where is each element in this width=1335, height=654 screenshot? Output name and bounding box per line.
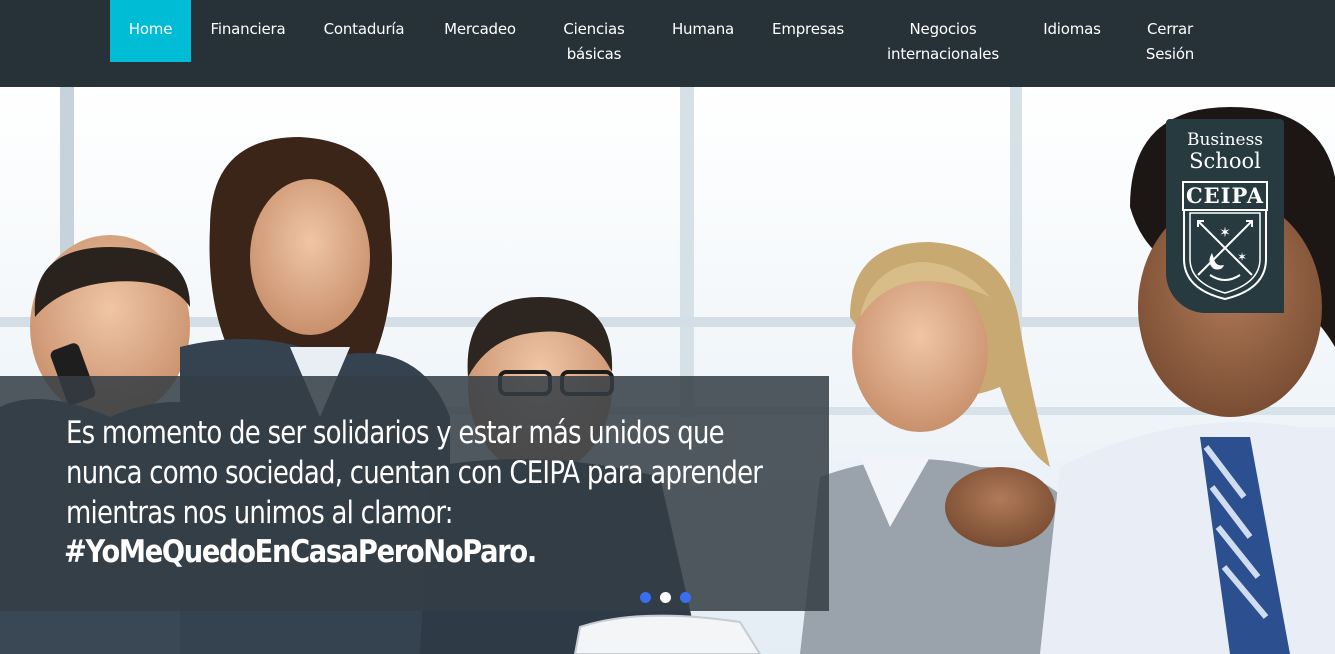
- carousel-dot-2[interactable]: [660, 592, 671, 603]
- nav-item-label: Humana: [671, 20, 735, 38]
- logo-line-school: School: [1189, 149, 1261, 173]
- nav-item-idiomas[interactable]: Idiomas: [1036, 0, 1108, 62]
- nav-item-humana[interactable]: Humana: [665, 0, 741, 62]
- nav-item-home[interactable]: Home: [110, 0, 191, 62]
- hero-slider: Es momento de ser solidarios y estar más…: [0, 87, 1335, 654]
- nav-item-label: Contaduría: [323, 20, 405, 38]
- ceipa-business-school-logo: Business School CEIPA ✶ ✶: [1166, 119, 1284, 313]
- nav-item-ciencias-basicas[interactable]: Ciencias básicas: [550, 0, 638, 63]
- nav-item-label: Empresas: [772, 20, 844, 38]
- nav-item-label-line1: Negocios: [909, 20, 977, 38]
- nav-item-mercadeo[interactable]: Mercadeo: [435, 0, 525, 62]
- logo-ceipa-wordmark: CEIPA: [1182, 181, 1268, 211]
- nav-item-label-line1: Ciencias: [563, 20, 625, 38]
- nav-item-label: Idiomas: [1043, 20, 1101, 38]
- nav-item-negocios-internacionales[interactable]: Negocios internacionales: [880, 0, 1006, 63]
- svg-text:✶: ✶: [1237, 250, 1247, 264]
- nav-item-label-line2: Sesión: [1145, 45, 1195, 63]
- nav-item-label-line2: básicas: [566, 45, 622, 63]
- nav-item-contaduria[interactable]: Contaduría: [315, 0, 413, 62]
- carousel-dot-3[interactable]: [680, 592, 691, 603]
- carousel-dot-1[interactable]: [640, 592, 651, 603]
- nav-item-label-line1: Cerrar: [1147, 20, 1193, 38]
- carousel-dots: [640, 592, 691, 603]
- hero-hashtag: #YoMeQuedoEnCasaPeroNoParo.: [64, 534, 537, 570]
- hero-caption-panel: Es momento de ser solidarios y estar más…: [0, 376, 829, 611]
- nav-item-label: Financiera: [210, 20, 286, 38]
- nav-item-empresas[interactable]: Empresas: [765, 0, 851, 62]
- svg-text:✶: ✶: [1219, 225, 1231, 241]
- nav-item-label: Home: [128, 20, 173, 38]
- hero-caption-text: Es momento de ser solidarios y estar más…: [66, 415, 763, 531]
- nav-item-label: Mercadeo: [444, 20, 516, 38]
- main-navbar: Home Financiera Contaduría Mercadeo Cien…: [0, 0, 1335, 87]
- nav-item-financiera[interactable]: Financiera: [203, 0, 293, 62]
- shield-emblem-icon: ✶ ✶: [1183, 209, 1267, 301]
- nav-item-label-line2: internacionales: [887, 45, 999, 63]
- logo-line-business: Business: [1186, 130, 1264, 150]
- nav-item-cerrar-sesion[interactable]: Cerrar Sesión: [1136, 0, 1204, 63]
